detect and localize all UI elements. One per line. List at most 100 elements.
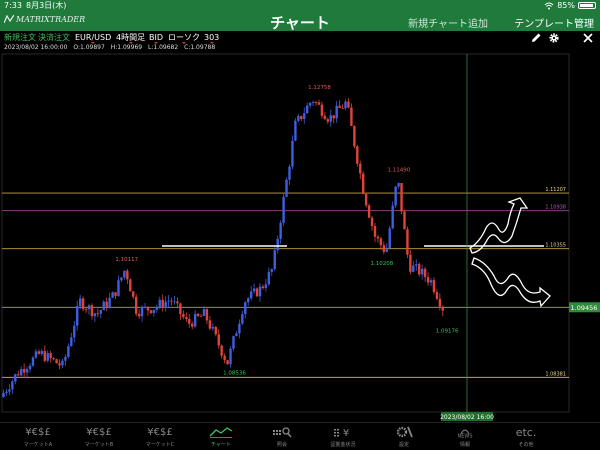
- candle-body: [317, 102, 321, 105]
- candle-body: [409, 254, 412, 272]
- tab-market-c[interactable]: ¥€$£ マーケットC: [132, 426, 188, 448]
- candle-body: [81, 298, 85, 310]
- candle-body: [43, 351, 46, 361]
- tab-account[interactable]: 照会: [254, 426, 310, 448]
- candle-body: [117, 280, 120, 296]
- ohlc-open: O:1.09897: [73, 44, 105, 51]
- candle-body: [211, 327, 215, 329]
- candle-body: [5, 391, 8, 393]
- candle-body: [429, 280, 433, 283]
- candle-body: [214, 327, 217, 335]
- candle-body: [400, 183, 403, 212]
- timeframe-select[interactable]: 4時間足: [116, 31, 145, 44]
- settle-order-button[interactable]: 決済注文: [38, 31, 70, 44]
- candle-body: [305, 105, 309, 114]
- candle-body: [90, 305, 94, 317]
- candle-body: [367, 205, 371, 218]
- candle-body: [140, 307, 144, 317]
- tab-label: 情報: [459, 442, 470, 448]
- candle-body: [70, 337, 73, 347]
- candle-body: [182, 314, 185, 318]
- candle-body: [226, 360, 229, 365]
- chart-type-select[interactable]: ローソク: [168, 31, 200, 44]
- candle-body: [235, 333, 238, 337]
- add-chart-button[interactable]: 新規チャート追加: [408, 15, 488, 30]
- tab-market-a[interactable]: ¥€$£ マーケットA: [10, 426, 66, 448]
- candle-body: [376, 236, 380, 239]
- candle-body: [308, 102, 312, 106]
- tab-margin[interactable]: ¥ 証拠金状況: [315, 426, 371, 448]
- candle-body: [220, 345, 223, 356]
- status-date: 8月3日(木): [26, 1, 67, 10]
- candle-body: [229, 348, 232, 365]
- price-annotation: 1.10208: [371, 261, 394, 267]
- candle-body: [161, 299, 164, 308]
- tab-news[interactable]: NEWS 情報: [437, 426, 493, 448]
- candle-body: [129, 279, 132, 292]
- candle-body: [84, 309, 88, 310]
- candle-body: [264, 284, 268, 288]
- candle-body: [108, 297, 111, 308]
- candle-body: [373, 226, 377, 237]
- candle-body: [149, 310, 153, 314]
- bar-count-select[interactable]: 303: [204, 31, 219, 44]
- ohlc-low: L:1.09682: [148, 44, 179, 51]
- new-order-button[interactable]: 新規注文: [4, 31, 36, 44]
- candle-body: [385, 248, 388, 252]
- chart-toolbar: 新規注文 決済注文 EUR/USD 4時間足 BID ローソク 303: [0, 31, 600, 44]
- candle-body: [120, 277, 123, 281]
- candle-body: [347, 101, 350, 108]
- currency-icon: ¥€$£: [25, 427, 51, 438]
- tab-label: その他: [518, 442, 534, 448]
- battery-icon: [578, 2, 596, 9]
- tab-settings[interactable]: 設定: [376, 426, 432, 448]
- close-icon[interactable]: [582, 32, 594, 44]
- cursor-time-label: 2023/08/02 16:00: [440, 414, 494, 421]
- candle-body: [267, 271, 271, 285]
- tab-chart[interactable]: チャート: [193, 426, 249, 448]
- candle-body: [143, 306, 147, 308]
- candle-body: [423, 268, 427, 278]
- candle-body: [146, 306, 150, 311]
- tab-label: 照会: [276, 442, 287, 448]
- candle-body: [238, 323, 241, 334]
- price-type-select[interactable]: BID: [149, 31, 163, 44]
- candle-body: [288, 166, 291, 180]
- candle-body: [353, 125, 356, 147]
- symbol-select[interactable]: EUR/USD: [75, 31, 111, 44]
- candle-body: [255, 288, 259, 297]
- candle-body: [300, 115, 303, 120]
- currency-icon: ¥€$£: [147, 427, 173, 438]
- candle-body: [320, 104, 324, 116]
- price-chart[interactable]: 1.12758 1.11490 1.10117 1.10208 1.08536 1.091…: [0, 52, 600, 422]
- svg-text:¥: ¥: [343, 428, 349, 438]
- candle-body: [188, 319, 191, 324]
- account-search-icon: [254, 426, 310, 439]
- battery-percent: 85%: [557, 1, 575, 10]
- candle-body: [61, 360, 64, 366]
- candle-body: [311, 102, 315, 103]
- candle-body: [93, 313, 97, 317]
- template-manage-button[interactable]: テンプレート管理: [514, 15, 594, 30]
- candle-body: [64, 356, 67, 361]
- candle-body: [403, 211, 406, 230]
- price-scale-label: 1.08381: [545, 371, 566, 377]
- tab-etc[interactable]: etc. その他: [498, 426, 554, 448]
- currency-icon: ¥€$£: [86, 427, 112, 438]
- ohlc-datetime: 2023/08/02 16:00:00: [4, 44, 68, 51]
- candle-body: [282, 196, 285, 223]
- candle-body: [326, 119, 330, 122]
- candle-body: [158, 299, 161, 307]
- price-annotation: 1.11490: [388, 168, 411, 174]
- tab-label: マーケットB: [84, 442, 114, 448]
- candle-body: [382, 245, 386, 252]
- candle-body: [270, 269, 274, 272]
- pencil-icon[interactable]: [530, 32, 542, 44]
- price-scale-label: 1.10938: [545, 205, 566, 211]
- candle-body: [19, 369, 23, 376]
- candle-body: [193, 313, 197, 327]
- gear-icon[interactable]: [548, 32, 560, 44]
- page-title: チャート: [270, 14, 330, 32]
- candle-body: [208, 320, 212, 329]
- tab-market-b[interactable]: ¥€$£ マーケットB: [71, 426, 127, 448]
